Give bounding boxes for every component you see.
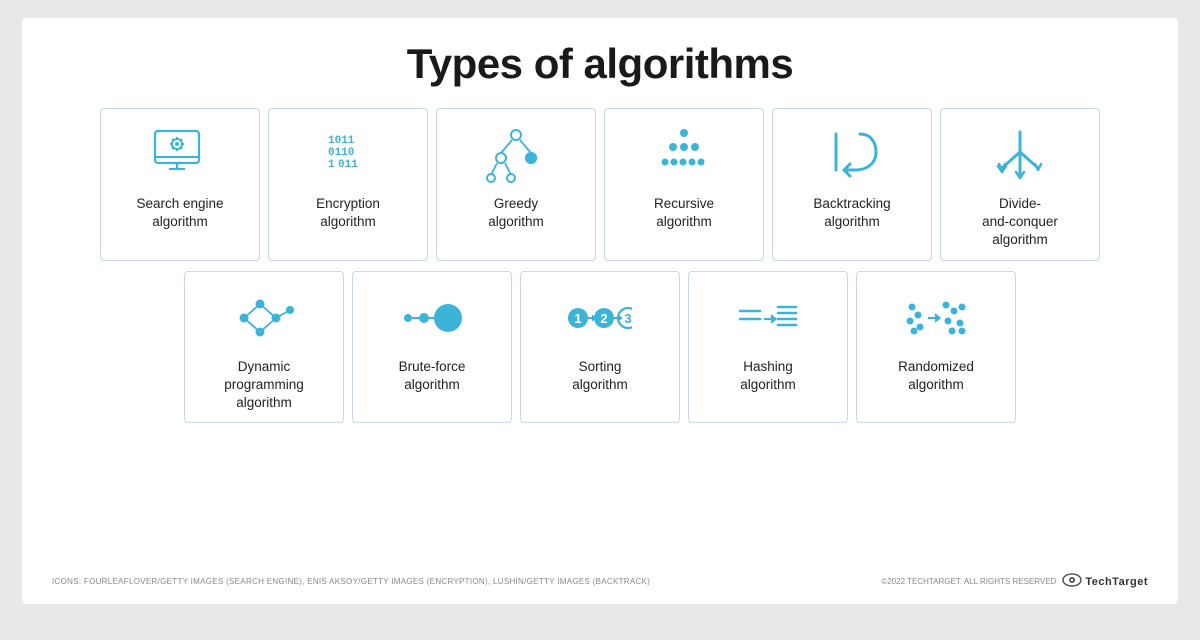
dynamic-programming-label: Dynamicprogrammingalgorithm <box>224 358 304 413</box>
techtarget-eye-icon <box>1062 573 1082 590</box>
backtracking-icon <box>820 123 884 187</box>
encryption-label: Encryptionalgorithm <box>316 195 380 231</box>
card-sorting: 1 2 3 Sortingalgorithm <box>520 271 680 424</box>
main-card: Types of algorithms <box>22 18 1178 604</box>
recursive-label: Recursivealgorithm <box>654 195 714 231</box>
greedy-icon <box>484 123 548 187</box>
footer-copyright: ©2022 TECHTARGET. ALL RIGHTS RESERVED <box>881 577 1056 586</box>
page-title: Types of algorithms <box>52 40 1148 88</box>
divide-conquer-label: Divide-and-conqueralgorithm <box>982 195 1058 250</box>
svg-text:0110: 0110 <box>328 147 354 159</box>
card-recursive: Recursivealgorithm <box>604 108 764 261</box>
svg-text:2: 2 <box>600 311 607 326</box>
dynamic-programming-icon <box>232 286 296 350</box>
row-1: Search enginealgorithm 1011 0110 1 011 E… <box>52 108 1148 261</box>
brute-force-icon <box>400 286 464 350</box>
sorting-label: Sortingalgorithm <box>572 358 628 394</box>
encryption-icon: 1011 0110 1 011 <box>316 123 380 187</box>
backtracking-label: Backtrackingalgorithm <box>813 195 890 231</box>
search-engine-icon <box>148 123 212 187</box>
card-search-engine: Search enginealgorithm <box>100 108 260 261</box>
hashing-icon <box>736 286 800 350</box>
svg-text:1011: 1011 <box>328 135 355 147</box>
randomized-label: Randomizedalgorithm <box>898 358 974 394</box>
brute-force-label: Brute-forcealgorithm <box>399 358 466 394</box>
card-encryption: 1011 0110 1 011 Encryptionalgorithm <box>268 108 428 261</box>
footer-credits: ICONS: FOURLEAFLOVER/GETTY IMAGES (SEARC… <box>52 577 650 586</box>
greedy-label: Greedyalgorithm <box>488 195 544 231</box>
divide-conquer-icon <box>988 123 1052 187</box>
techtarget-brand-name: TechTarget <box>1085 576 1148 588</box>
svg-text:011: 011 <box>338 159 358 171</box>
hashing-label: Hashingalgorithm <box>740 358 796 394</box>
card-greedy: Greedyalgorithm <box>436 108 596 261</box>
recursive-icon <box>652 123 716 187</box>
card-divide-conquer: Divide-and-conqueralgorithm <box>940 108 1100 261</box>
card-backtracking: Backtrackingalgorithm <box>772 108 932 261</box>
randomized-icon <box>904 286 968 350</box>
svg-text:1: 1 <box>328 159 335 171</box>
sorting-icon: 1 2 3 <box>568 286 632 350</box>
svg-text:3: 3 <box>624 311 631 326</box>
algorithm-grid: Search enginealgorithm 1011 0110 1 011 E… <box>52 108 1148 561</box>
search-engine-label: Search enginealgorithm <box>136 195 223 231</box>
techtarget-logo: TechTarget <box>1062 573 1148 590</box>
card-hashing: Hashingalgorithm <box>688 271 848 424</box>
card-dynamic-programming: Dynamicprogrammingalgorithm <box>184 271 344 424</box>
footer-right: ©2022 TECHTARGET. ALL RIGHTS RESERVED Te… <box>881 573 1148 590</box>
card-brute-force: Brute-forcealgorithm <box>352 271 512 424</box>
row-2: Dynamicprogrammingalgorithm Brute-forcea… <box>52 271 1148 424</box>
svg-text:1: 1 <box>574 311 581 326</box>
footer: ICONS: FOURLEAFLOVER/GETTY IMAGES (SEARC… <box>52 569 1148 590</box>
card-randomized: Randomizedalgorithm <box>856 271 1016 424</box>
